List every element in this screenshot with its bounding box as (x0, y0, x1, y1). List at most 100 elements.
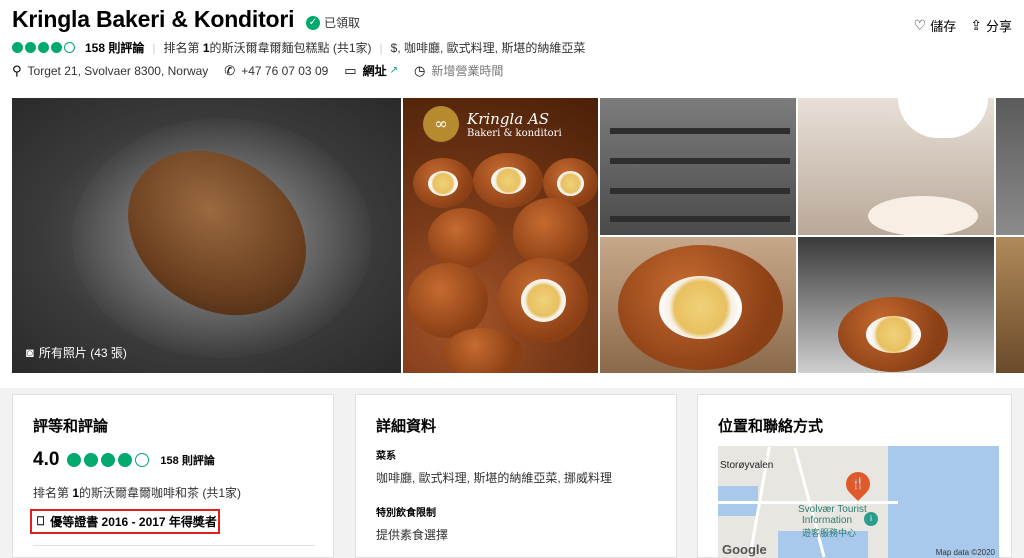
bubble-filled-icon (101, 453, 116, 467)
camera-icon: ◙ (26, 345, 34, 360)
map-area-label: Storøyvalen (720, 460, 774, 471)
review-count-link[interactable]: 158 則評論 (85, 39, 144, 56)
award-text: 優等證書 2016 - 2017 年得獎者 (50, 515, 217, 529)
heart-icon: ♡ (913, 17, 927, 33)
share-label: 分享 (985, 19, 1012, 34)
bubble-filled-icon (84, 453, 99, 467)
rank-prefix: 排名第 (33, 486, 73, 500)
bubble-filled-icon (12, 42, 23, 53)
claimed-label: 已領取 (324, 16, 361, 30)
rating-score: 4.0 (33, 449, 60, 470)
photo-thumbnail[interactable] (996, 98, 1024, 235)
oven-rack (610, 128, 790, 134)
divider: | (152, 40, 156, 55)
categories-text[interactable]: $, 咖啡廳, 歐式料理, 斯堪的納維亞菜 (391, 39, 586, 56)
rank-text[interactable]: 排名第 1的斯沃爾韋爾麵包糕點 (共1家) (163, 39, 371, 56)
clock-plus-icon: ◷ (414, 62, 426, 78)
bubble-filled-icon (118, 453, 133, 467)
rank-suffix: 的斯沃爾韋爾麵包糕點 (共1家) (209, 41, 372, 55)
pretzel-logo-icon: ∞ (423, 106, 459, 142)
add-hours-link[interactable]: ◷ 新增營業時間 (414, 62, 503, 79)
details-title: 詳細資料 (376, 418, 437, 435)
rating-bubbles[interactable] (12, 42, 77, 53)
map-water (888, 446, 999, 558)
hours-label: 新增營業時間 (431, 64, 504, 78)
address-link[interactable]: ⚲ Torget 21, Svolvaer 8300, Norway (12, 63, 208, 79)
ratings-card: 評等和評論 4.0 158 則評論 排名第 1的斯沃爾韋爾咖啡和茶 (共1家) … (12, 394, 334, 558)
bubble-empty-icon (135, 453, 150, 467)
map-poi-label: 遊客服務中心 (802, 528, 857, 538)
share-icon: ⇪ (970, 17, 982, 33)
restaurant-title: Kringla Bakeri & Konditori (12, 6, 295, 32)
map-poi-label: Information (802, 515, 853, 526)
info-icon: i (864, 512, 878, 526)
oven-rack (610, 216, 790, 222)
photo-gallery: ◙ 所有照片 (43 張) ∞ Kringla AS Bakeri & kond… (0, 88, 1024, 388)
pastry (408, 263, 488, 338)
photo-thumbnail[interactable] (996, 237, 1024, 373)
bookmark-icon: ⎕ (37, 514, 45, 528)
bubble-filled-icon (67, 453, 82, 467)
phone-text: +47 76 07 03 09 (241, 63, 329, 78)
pastry (513, 198, 588, 268)
share-button[interactable]: ⇪ 分享 (970, 16, 1012, 35)
chef-hat (898, 98, 988, 138)
contact-row: ⚲ Torget 21, Svolvaer 8300, Norway ✆ +47… (12, 62, 519, 79)
oven-rack (610, 188, 790, 194)
map-data-attribution: Map data ©2020 (935, 548, 995, 557)
map-pin-icon[interactable]: 🍴 (841, 467, 875, 501)
cake (868, 196, 978, 235)
location-title: 位置和聯絡方式 (718, 418, 824, 435)
cuisine-label: 菜系 (376, 451, 396, 462)
rating-summary: 4.0 158 則評論 (33, 449, 215, 471)
rank-number: 1 (202, 41, 210, 55)
website-link[interactable]: ▭ 網址 ↗ (344, 62, 398, 79)
photo-cake-decorating[interactable] (798, 98, 994, 235)
restaurant-header: Kringla Bakeri & Konditori ✓ 已領取 158 則評論… (0, 0, 1024, 88)
external-link-icon: ↗ (389, 65, 398, 76)
cream-bun (618, 245, 783, 370)
diet-label: 特別飲食限制 (376, 508, 436, 519)
divider: | (379, 40, 383, 55)
pastry (498, 258, 588, 343)
photo-cream-bun-plate[interactable] (798, 237, 994, 373)
review-count-link[interactable]: 158 則評論 (160, 452, 214, 468)
bubble-empty-icon (64, 42, 75, 53)
all-photos-label: 所有照片 (43 張) (38, 346, 127, 360)
bubble-filled-icon (51, 42, 62, 53)
utensils-icon: 🍴 (851, 478, 865, 490)
photo-pastries[interactable]: ∞ Kringla AS Bakeri & konditori (403, 98, 598, 373)
photo-cream-bun[interactable] (600, 237, 796, 373)
google-logo: Google (722, 542, 767, 557)
logo-line1: Kringla AS (467, 109, 550, 128)
pastry (413, 158, 473, 208)
pastry (473, 153, 543, 208)
rank-prefix: 排名第 (163, 41, 203, 55)
bubble-filled-icon (25, 42, 36, 53)
rank-suffix: 的斯沃爾韋爾咖啡和茶 (共1家) (79, 486, 242, 500)
diet-value: 提供素食選擇 (376, 528, 449, 542)
details-card: 詳細資料 菜系 咖啡廳, 歐式料理, 斯堪的納維亞菜, 挪威料理 特別飲食限制 … (355, 394, 677, 558)
phone-link[interactable]: ✆ +47 76 07 03 09 (224, 63, 328, 79)
bubble-filled-icon (38, 42, 49, 53)
location-card: 位置和聯絡方式 Storøyvalen 🍴 Svolvær Tourist In… (697, 394, 1012, 558)
bakery-logo: ∞ Kringla AS Bakeri & konditori (423, 106, 562, 142)
oven-rack (610, 158, 790, 164)
rank-text[interactable]: 排名第 1的斯沃爾韋爾咖啡和茶 (共1家) (33, 484, 241, 501)
check-icon: ✓ (306, 15, 320, 30)
save-button[interactable]: ♡ 儲存 (914, 16, 957, 35)
claimed-badge[interactable]: ✓ 已領取 (306, 14, 360, 31)
laptop-icon: ▭ (344, 62, 357, 78)
website-label: 網址 (362, 64, 387, 78)
address-text: Torget 21, Svolvaer 8300, Norway (27, 63, 209, 78)
header-actions: ♡ 儲存 ⇪ 分享 (900, 16, 1012, 35)
pastry (428, 208, 498, 268)
map-pin-icon: ⚲ (12, 62, 22, 78)
phone-icon: ✆ (224, 62, 236, 78)
all-photos-button[interactable]: ◙ 所有照片 (43 張) (26, 344, 127, 361)
map[interactable]: Storøyvalen 🍴 Svolvær Tourist Informatio… (718, 446, 999, 558)
photo-oven[interactable] (600, 98, 796, 235)
photo-bread-loaf[interactable]: ◙ 所有照片 (43 張) (12, 98, 401, 373)
cream-bun (838, 297, 948, 372)
map-poi-label: Svolvær Tourist (798, 504, 867, 515)
